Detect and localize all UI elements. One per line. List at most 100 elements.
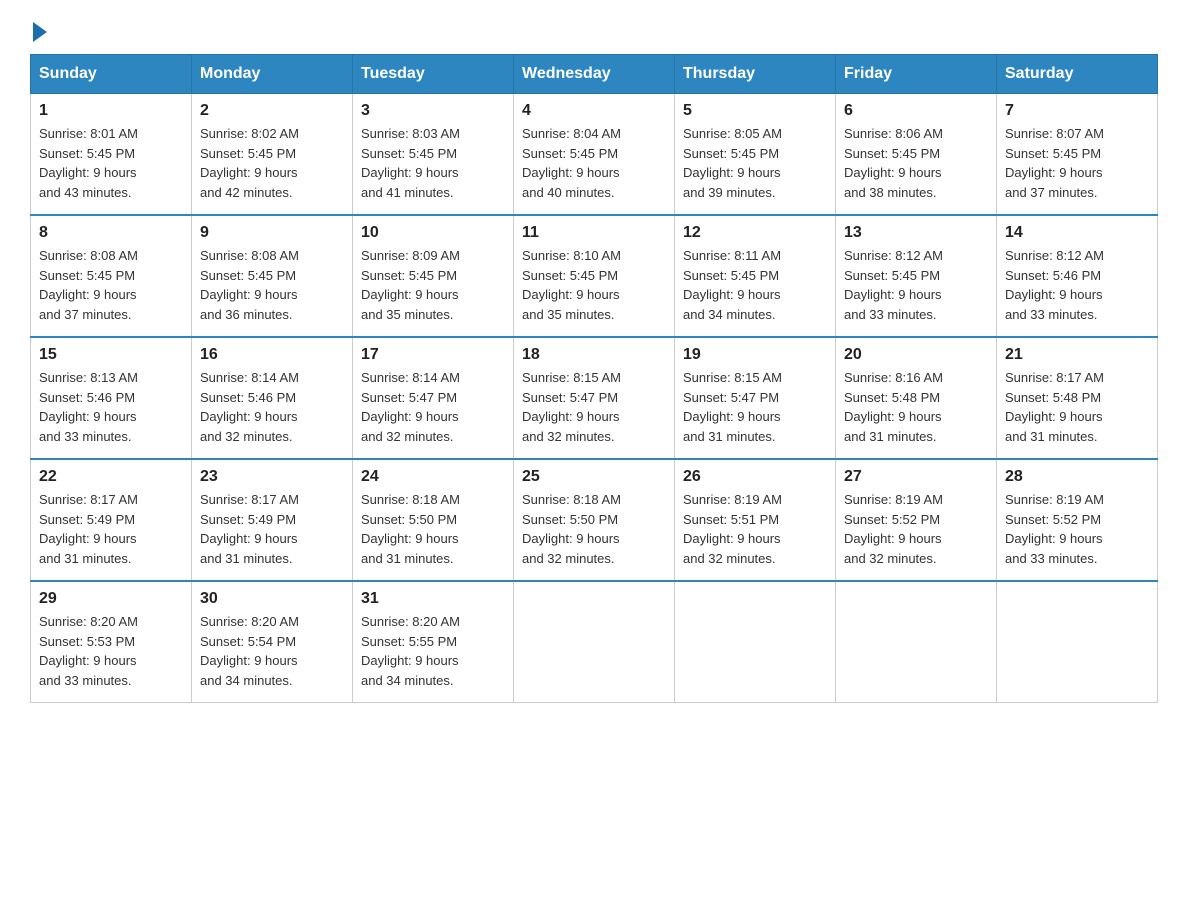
day-info: Sunrise: 8:08 AMSunset: 5:45 PMDaylight:…	[200, 246, 344, 324]
day-info: Sunrise: 8:15 AMSunset: 5:47 PMDaylight:…	[683, 368, 827, 446]
day-info: Sunrise: 8:16 AMSunset: 5:48 PMDaylight:…	[844, 368, 988, 446]
day-number: 2	[200, 102, 344, 120]
day-info: Sunrise: 8:17 AMSunset: 5:48 PMDaylight:…	[1005, 368, 1149, 446]
day-info: Sunrise: 8:10 AMSunset: 5:45 PMDaylight:…	[522, 246, 666, 324]
calendar-week-row: 1 Sunrise: 8:01 AMSunset: 5:45 PMDaylight…	[31, 94, 1158, 216]
day-info: Sunrise: 8:20 AMSunset: 5:54 PMDaylight:…	[200, 612, 344, 690]
calendar-cell: 10 Sunrise: 8:09 AMSunset: 5:45 PMDayligh…	[353, 215, 514, 337]
day-info: Sunrise: 8:12 AMSunset: 5:46 PMDaylight:…	[1005, 246, 1149, 324]
day-number: 10	[361, 224, 505, 242]
column-header-friday: Friday	[836, 55, 997, 94]
calendar-cell	[675, 581, 836, 703]
calendar-cell: 18 Sunrise: 8:15 AMSunset: 5:47 PMDayligh…	[514, 337, 675, 459]
column-header-saturday: Saturday	[997, 55, 1158, 94]
calendar-week-row: 15Sunrise: 8:13 AMSunset: 5:46 PMDayligh…	[31, 337, 1158, 459]
day-info: Sunrise: 8:08 AMSunset: 5:45 PMDaylight:…	[39, 246, 183, 324]
calendar-cell: 21 Sunrise: 8:17 AMSunset: 5:48 PMDayligh…	[997, 337, 1158, 459]
calendar-cell	[997, 581, 1158, 703]
calendar-cell: 30 Sunrise: 8:20 AMSunset: 5:54 PMDayligh…	[192, 581, 353, 703]
day-number: 26	[683, 468, 827, 486]
day-number: 12	[683, 224, 827, 242]
day-number: 30	[200, 590, 344, 608]
day-info: Sunrise: 8:15 AMSunset: 5:47 PMDaylight:…	[522, 368, 666, 446]
calendar-cell: 14 Sunrise: 8:12 AMSunset: 5:46 PMDayligh…	[997, 215, 1158, 337]
day-info: Sunrise: 8:19 AMSunset: 5:52 PMDaylight:…	[1005, 490, 1149, 568]
day-info: Sunrise: 8:09 AMSunset: 5:45 PMDaylight:…	[361, 246, 505, 324]
calendar-week-row: 8 Sunrise: 8:08 AMSunset: 5:45 PMDaylight…	[31, 215, 1158, 337]
column-header-tuesday: Tuesday	[353, 55, 514, 94]
day-number: 24	[361, 468, 505, 486]
day-info: Sunrise: 8:03 AMSunset: 5:45 PMDaylight:…	[361, 124, 505, 202]
day-number: 5	[683, 102, 827, 120]
calendar-cell: 7Sunrise: 8:07 AMSunset: 5:45 PMDaylight…	[997, 94, 1158, 216]
day-number: 3	[361, 102, 505, 120]
calendar-cell: 15Sunrise: 8:13 AMSunset: 5:46 PMDayligh…	[31, 337, 192, 459]
logo-arrow-icon	[33, 22, 47, 42]
day-info: Sunrise: 8:04 AMSunset: 5:45 PMDaylight:…	[522, 124, 666, 202]
day-number: 16	[200, 346, 344, 364]
calendar-cell: 25 Sunrise: 8:18 AMSunset: 5:50 PMDayligh…	[514, 459, 675, 581]
day-info: Sunrise: 8:06 AMSunset: 5:45 PMDaylight:…	[844, 124, 988, 202]
calendar-cell: 27 Sunrise: 8:19 AMSunset: 5:52 PMDayligh…	[836, 459, 997, 581]
calendar-cell: 2 Sunrise: 8:02 AMSunset: 5:45 PMDaylight…	[192, 94, 353, 216]
day-number: 14	[1005, 224, 1149, 242]
day-number: 21	[1005, 346, 1149, 364]
calendar-week-row: 29 Sunrise: 8:20 AMSunset: 5:53 PMDayligh…	[31, 581, 1158, 703]
day-info: Sunrise: 8:14 AMSunset: 5:46 PMDaylight:…	[200, 368, 344, 446]
calendar-cell: 28 Sunrise: 8:19 AMSunset: 5:52 PMDayligh…	[997, 459, 1158, 581]
day-number: 1	[39, 102, 183, 120]
calendar-cell: 29 Sunrise: 8:20 AMSunset: 5:53 PMDayligh…	[31, 581, 192, 703]
calendar-cell: 4Sunrise: 8:04 AMSunset: 5:45 PMDaylight…	[514, 94, 675, 216]
calendar-cell: 1 Sunrise: 8:01 AMSunset: 5:45 PMDaylight…	[31, 94, 192, 216]
calendar-cell: 26 Sunrise: 8:19 AMSunset: 5:51 PMDayligh…	[675, 459, 836, 581]
calendar-table: SundayMondayTuesdayWednesdayThursdayFrid…	[30, 54, 1158, 703]
day-number: 23	[200, 468, 344, 486]
calendar-cell: 16 Sunrise: 8:14 AMSunset: 5:46 PMDayligh…	[192, 337, 353, 459]
day-info: Sunrise: 8:20 AMSunset: 5:55 PMDaylight:…	[361, 612, 505, 690]
calendar-cell: 13Sunrise: 8:12 AMSunset: 5:45 PMDayligh…	[836, 215, 997, 337]
day-info: Sunrise: 8:17 AMSunset: 5:49 PMDaylight:…	[39, 490, 183, 568]
calendar-cell: 11 Sunrise: 8:10 AMSunset: 5:45 PMDayligh…	[514, 215, 675, 337]
calendar-cell: 23 Sunrise: 8:17 AMSunset: 5:49 PMDayligh…	[192, 459, 353, 581]
day-info: Sunrise: 8:20 AMSunset: 5:53 PMDaylight:…	[39, 612, 183, 690]
day-number: 17	[361, 346, 505, 364]
day-info: Sunrise: 8:12 AMSunset: 5:45 PMDaylight:…	[844, 246, 988, 324]
day-number: 25	[522, 468, 666, 486]
calendar-cell: 17Sunrise: 8:14 AMSunset: 5:47 PMDayligh…	[353, 337, 514, 459]
day-info: Sunrise: 8:17 AMSunset: 5:49 PMDaylight:…	[200, 490, 344, 568]
calendar-cell: 12 Sunrise: 8:11 AMSunset: 5:45 PMDayligh…	[675, 215, 836, 337]
logo	[30, 20, 47, 36]
calendar-week-row: 22 Sunrise: 8:17 AMSunset: 5:49 PMDayligh…	[31, 459, 1158, 581]
day-info: Sunrise: 8:19 AMSunset: 5:52 PMDaylight:…	[844, 490, 988, 568]
day-number: 29	[39, 590, 183, 608]
day-number: 18	[522, 346, 666, 364]
calendar-cell: 9 Sunrise: 8:08 AMSunset: 5:45 PMDaylight…	[192, 215, 353, 337]
calendar-header-row: SundayMondayTuesdayWednesdayThursdayFrid…	[31, 55, 1158, 94]
day-number: 11	[522, 224, 666, 242]
calendar-cell: 6 Sunrise: 8:06 AMSunset: 5:45 PMDaylight…	[836, 94, 997, 216]
calendar-cell: 20Sunrise: 8:16 AMSunset: 5:48 PMDayligh…	[836, 337, 997, 459]
day-number: 22	[39, 468, 183, 486]
day-info: Sunrise: 8:07 AMSunset: 5:45 PMDaylight:…	[1005, 124, 1149, 202]
day-info: Sunrise: 8:02 AMSunset: 5:45 PMDaylight:…	[200, 124, 344, 202]
day-number: 6	[844, 102, 988, 120]
day-info: Sunrise: 8:01 AMSunset: 5:45 PMDaylight:…	[39, 124, 183, 202]
calendar-cell: 3 Sunrise: 8:03 AMSunset: 5:45 PMDaylight…	[353, 94, 514, 216]
day-number: 8	[39, 224, 183, 242]
day-info: Sunrise: 8:11 AMSunset: 5:45 PMDaylight:…	[683, 246, 827, 324]
column-header-sunday: Sunday	[31, 55, 192, 94]
day-info: Sunrise: 8:18 AMSunset: 5:50 PMDaylight:…	[522, 490, 666, 568]
day-number: 9	[200, 224, 344, 242]
day-info: Sunrise: 8:05 AMSunset: 5:45 PMDaylight:…	[683, 124, 827, 202]
day-number: 27	[844, 468, 988, 486]
calendar-cell: 31Sunrise: 8:20 AMSunset: 5:55 PMDayligh…	[353, 581, 514, 703]
calendar-cell	[514, 581, 675, 703]
column-header-thursday: Thursday	[675, 55, 836, 94]
calendar-cell	[836, 581, 997, 703]
day-number: 19	[683, 346, 827, 364]
day-number: 28	[1005, 468, 1149, 486]
day-info: Sunrise: 8:19 AMSunset: 5:51 PMDaylight:…	[683, 490, 827, 568]
day-number: 15	[39, 346, 183, 364]
calendar-cell: 24Sunrise: 8:18 AMSunset: 5:50 PMDayligh…	[353, 459, 514, 581]
calendar-cell: 19 Sunrise: 8:15 AMSunset: 5:47 PMDayligh…	[675, 337, 836, 459]
